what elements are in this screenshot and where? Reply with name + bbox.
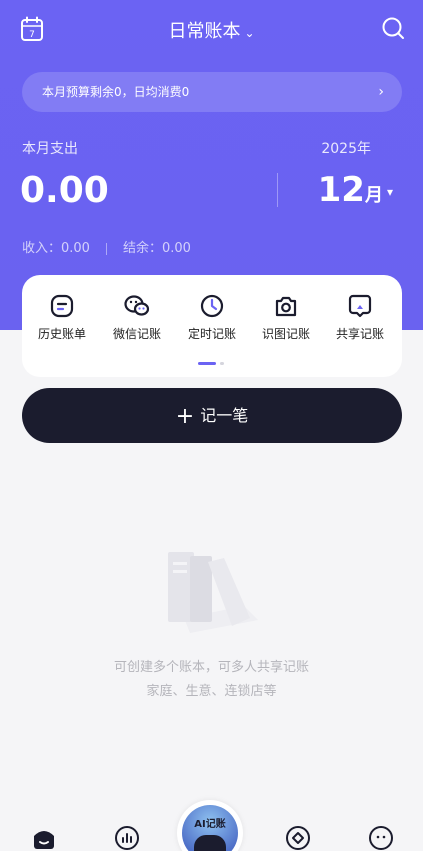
quick-action-label: 共享记账 [335, 327, 384, 341]
income-value: 收入：0.00 [22, 241, 90, 256]
chevron-right-icon: › [378, 84, 384, 100]
add-record-button[interactable]: + 记一笔 [22, 388, 402, 443]
bill-icon [50, 294, 74, 318]
ai-record-button[interactable]: AI记账 [177, 800, 243, 851]
income-balance-row: 收入：0.00 结余：0.00 [22, 237, 191, 256]
year-label: 2025年 [321, 141, 371, 157]
month-selector[interactable]: 12月 ▾ [318, 170, 393, 210]
quick-action-wechat[interactable]: 微信记账 [104, 293, 170, 342]
quick-action-label: 微信记账 [112, 327, 161, 341]
profile-icon[interactable] [367, 824, 395, 851]
quick-action-label: 历史账单 [37, 327, 86, 341]
sub-divider [105, 242, 107, 255]
ai-icon: AI记账 [182, 805, 238, 851]
add-record-label: 记一笔 [200, 406, 249, 425]
empty-books-illustration [168, 552, 258, 633]
quick-action-history[interactable]: 历史账单 [29, 293, 95, 342]
quick-action-photo[interactable]: 识图记账 [253, 293, 319, 342]
ai-robot-face [194, 835, 226, 851]
quick-action-label: 识图记账 [261, 327, 310, 341]
budget-text: 本月预算剩余0，日均消费0 [42, 85, 190, 99]
balance-value: 结余：0.00 [122, 241, 191, 256]
plus-icon: + [175, 404, 195, 429]
quick-action-share[interactable]: 共享记账 [327, 293, 393, 342]
month-suffix: 月 [364, 185, 383, 206]
vertical-divider [277, 173, 278, 207]
budget-banner[interactable]: 本月预算剩余0，日均消费0 › [22, 72, 402, 112]
month-number: 12 [317, 170, 365, 210]
empty-state-line1: 可创建多个账本，可多人共享记账 [113, 660, 309, 675]
quick-action-label: 定时记账 [187, 327, 236, 341]
share-icon [348, 294, 372, 318]
wechat-icon [124, 295, 150, 316]
page-dot [220, 362, 224, 365]
monthly-expense-amount: 0.00 [20, 170, 109, 211]
discover-icon[interactable] [284, 824, 312, 851]
quick-action-scheduled[interactable]: 定时记账 [179, 293, 245, 342]
empty-state-line2: 家庭、生意、连锁店等 [146, 684, 277, 699]
ledger-title[interactable]: 日常账本 ⌄ [0, 17, 423, 43]
ai-record-label: AI记账 [194, 819, 226, 830]
top-bar: 7 日常账本 ⌄ [0, 0, 423, 60]
empty-state-text: 可创建多个账本，可多人共享记账 家庭、生意、连锁店等 [0, 656, 423, 704]
page-dot-active [198, 362, 216, 365]
stats-icon[interactable] [113, 824, 141, 851]
quick-actions-card: 历史账单 微信记账 定时记账 识图记账 共享记账 [22, 275, 402, 377]
clock-icon [200, 294, 224, 318]
caret-down-icon: ▾ [386, 184, 393, 199]
camera-icon [275, 296, 297, 317]
monthly-expense-label: 本月支出 [22, 141, 78, 157]
search-icon[interactable] [381, 16, 405, 40]
chevron-down-icon: ⌄ [244, 26, 255, 40]
home-icon[interactable] [30, 824, 58, 851]
ledger-title-text: 日常账本 [168, 21, 241, 42]
